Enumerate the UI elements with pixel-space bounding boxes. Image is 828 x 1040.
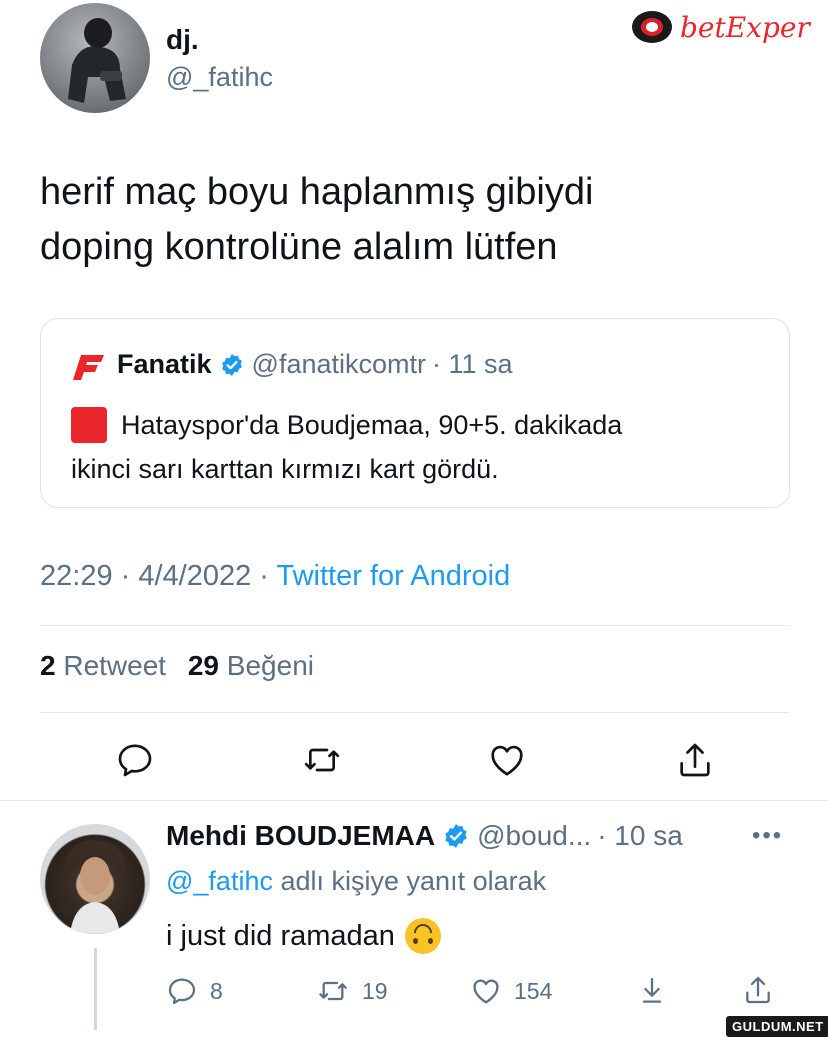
person-silhouette-icon — [68, 18, 126, 103]
reply-time: · 10 sa — [597, 820, 683, 851]
reply-reply-button[interactable]: 8 — [166, 975, 223, 1007]
like-count: 154 — [514, 977, 553, 1004]
red-square-emoji-icon — [71, 407, 107, 443]
verified-badge-icon — [221, 353, 242, 376]
tweet-text-line-1: herif maç boyu haplanmış gibiydi — [40, 171, 594, 213]
tweet-source-link[interactable]: Twitter for Android — [277, 560, 511, 592]
chip-icon — [632, 11, 672, 43]
retweet-label[interactable]: Retweet — [63, 650, 166, 681]
more-options-icon[interactable]: ••• — [752, 822, 783, 850]
thread-line — [94, 948, 97, 1030]
divider — [0, 800, 828, 801]
like-button[interactable] — [482, 735, 532, 785]
divider — [40, 625, 790, 626]
fanatik-logo-icon — [71, 349, 107, 385]
retweet-count[interactable]: 2 — [40, 650, 56, 681]
curly-hair-person-icon — [64, 840, 126, 934]
retweet-count: 19 — [362, 977, 388, 1004]
reply-share-button[interactable] — [742, 974, 774, 1011]
like-label[interactable]: Beğeni — [227, 650, 314, 681]
site-watermark: GULDUM.NET — [726, 1016, 828, 1037]
tweet-text: herif maç boyu haplanmış gibiydi doping … — [40, 165, 800, 275]
quoted-text-line-1: Hatayspor'da Boudjemaa, 90+5. dakikada — [121, 410, 623, 440]
verified-badge-icon — [445, 824, 467, 848]
watermark-brand: betExper — [680, 10, 810, 44]
quoted-text-line-2: ikinci sarı karttan kırmızı kart gördü. — [71, 454, 499, 484]
tweet-timestamp[interactable]: 22:29 · 4/4/2022 · — [40, 560, 269, 592]
share-icon — [680, 743, 710, 777]
quoted-tweet-card[interactable]: Fanatik @fanatikcomtr · 11 sa Hatayspor'… — [40, 318, 790, 508]
heart-icon — [473, 979, 499, 1004]
watermark-logo: betExper — [630, 8, 810, 46]
download-button[interactable] — [636, 975, 668, 1012]
reply-like-button[interactable]: 154 — [470, 975, 552, 1007]
reply-icon — [168, 978, 196, 1005]
download-icon — [642, 977, 662, 1003]
upside-down-face-emoji-icon — [404, 918, 441, 954]
reply-author-handle[interactable]: @boud... — [477, 820, 591, 852]
reply-count: 8 — [210, 977, 223, 1004]
reply-button[interactable] — [110, 735, 160, 785]
quoted-author-name[interactable]: Fanatik — [117, 349, 212, 380]
quoted-author-handle[interactable]: @fanatikcomtr — [252, 349, 426, 380]
author-handle[interactable]: @_fatihc — [166, 62, 273, 93]
reply-author-avatar[interactable] — [40, 824, 150, 934]
reply-icon — [118, 744, 152, 777]
retweet-button[interactable] — [297, 735, 347, 785]
like-count[interactable]: 29 — [188, 650, 219, 681]
reply-text: i just did ramadan — [166, 919, 395, 952]
heart-icon — [491, 745, 523, 776]
fanatik-f-icon — [73, 355, 104, 380]
site-watermark-text: GULDUM.NET — [732, 1019, 824, 1034]
quoted-time: · 11 sa — [432, 349, 513, 379]
share-icon — [746, 976, 770, 1004]
reply-retweet-button[interactable]: 19 — [316, 975, 388, 1007]
author-avatar[interactable] — [40, 3, 150, 113]
author-name[interactable]: dj. — [166, 24, 199, 56]
share-button[interactable] — [670, 735, 720, 785]
retweet-icon — [319, 981, 347, 1001]
reply-to-handle-link[interactable]: @_fatihc — [166, 866, 273, 896]
reply-to-label: adlı kişiye yanıt olarak — [280, 866, 547, 896]
tweet-text-line-2: doping kontrolüne alalım lütfen — [40, 226, 558, 268]
divider — [40, 712, 790, 713]
retweet-icon — [304, 748, 340, 772]
reply-author-name[interactable]: Mehdi BOUDJEMAA — [166, 820, 435, 852]
